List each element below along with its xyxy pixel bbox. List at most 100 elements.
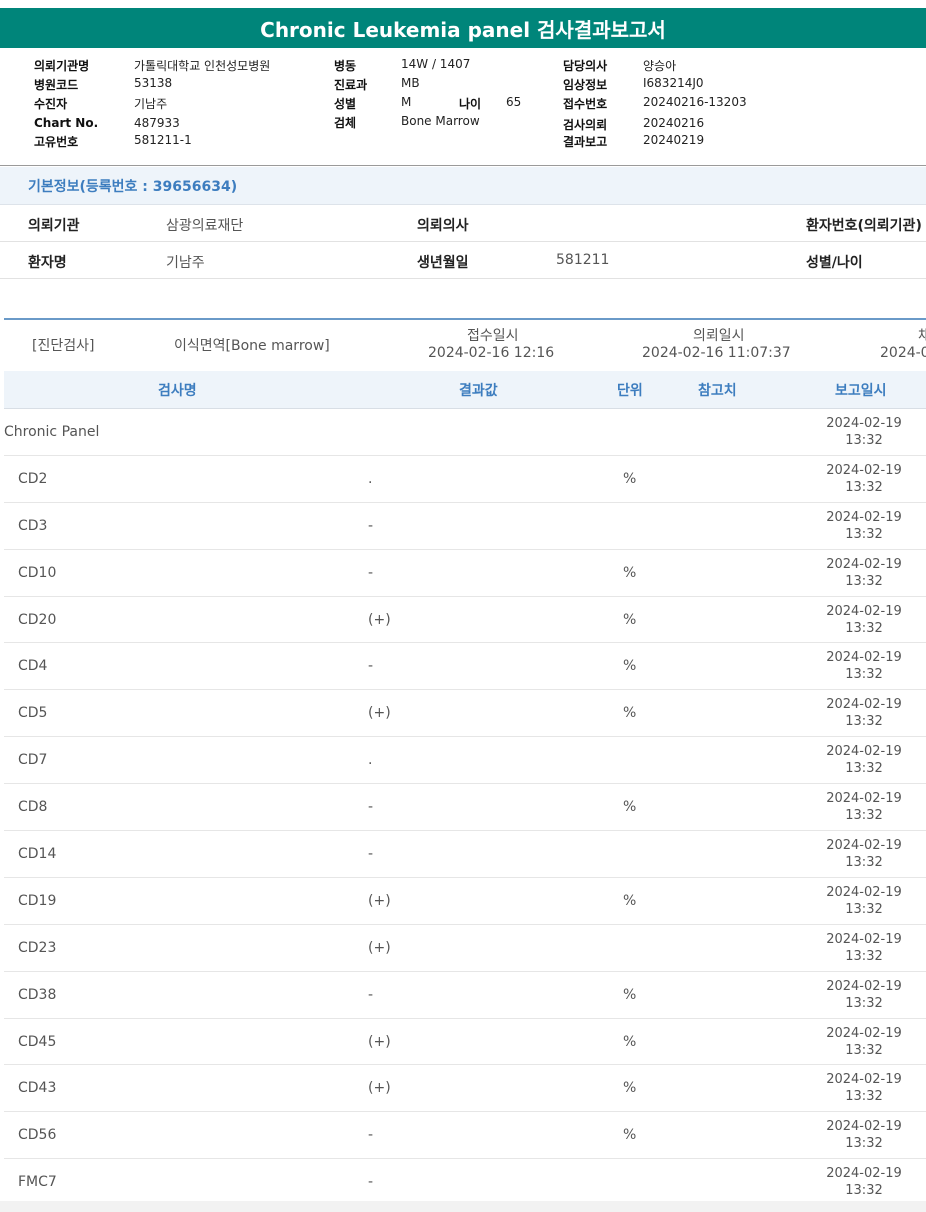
test-name: CD3	[18, 517, 48, 534]
doctor-value: 양승아	[643, 59, 677, 73]
chart-no-value: 487933	[134, 116, 180, 130]
result-value: -	[368, 986, 374, 1003]
basic-info-row: 의뢰기관 삼광의료재단 의뢰의사 환자번호(의뢰기관)	[0, 205, 926, 242]
hospital-code-value: 53138	[134, 76, 173, 90]
result-value: (+)	[368, 892, 391, 909]
report-datetime: 2024-02-19 13:32	[824, 509, 904, 543]
report-date: 2024-02-19	[826, 416, 902, 431]
basic-info-title: 기본정보(등록번호 : 39656634)	[0, 167, 926, 205]
ward-value: 14W / 1407	[401, 57, 471, 71]
result-value: -	[368, 564, 374, 581]
patient-value: 기남주	[134, 97, 168, 111]
result-value: -	[368, 799, 374, 816]
table-row: CD23 (+) 2024-02-19 13:32	[4, 925, 926, 972]
hospital-code-label: 병원코드	[34, 78, 79, 92]
report-time: 13:32	[845, 1136, 883, 1152]
result-unit: %	[623, 1080, 637, 1097]
col-report-datetime: 보고일시	[835, 383, 887, 399]
result-value: (+)	[368, 939, 391, 956]
age-value: 65	[506, 95, 522, 109]
report-date: 2024-02-19	[826, 462, 902, 478]
patient-name-value: 기남주	[166, 255, 205, 271]
table-row: CD43 (+) % 2024-02-19 13:32	[4, 1065, 926, 1113]
table-row: CD3 - 2024-02-19 13:32	[4, 503, 926, 550]
report-date: 2024-02-19	[826, 791, 902, 807]
result-value: (+)	[368, 705, 391, 722]
result-unit: %	[623, 705, 637, 722]
result-unit: %	[623, 1033, 637, 1050]
report-date: 2024-02-19	[826, 697, 902, 713]
test-name: CD14	[18, 846, 57, 863]
report-date: 2024-02-19	[826, 650, 902, 666]
report-datetime: 2024-02-19 13:32	[824, 1025, 904, 1059]
report-time: 13:32	[845, 948, 883, 964]
receipt-value: 20240216-13203	[643, 95, 747, 109]
report-date: 2024-02-19	[826, 744, 902, 760]
report-time: 13:32	[845, 667, 883, 683]
report-time: 13:32	[845, 1089, 883, 1105]
table-row: CD4 - % 2024-02-19 13:32	[4, 643, 926, 691]
result-value: .	[368, 752, 373, 769]
report-time: 13:32	[845, 479, 883, 495]
institution-value: 가톨릭대학교 인천성모병원	[134, 59, 271, 73]
ref-doctor-label: 의뢰의사	[417, 218, 469, 234]
report-datetime: 2024-02-19 13:32	[824, 931, 904, 965]
report-time: 13:32	[845, 714, 883, 730]
table-row: FMC7 - 2024-02-19 13:32	[4, 1159, 926, 1207]
report-datetime: 2024-02-19 13:32	[824, 837, 904, 871]
test-name: CD10	[18, 564, 57, 581]
col-unit: 단위	[617, 383, 643, 399]
result-unit: %	[623, 892, 637, 909]
basic-info-section: 기본정보(등록번호 : 39656634) 의뢰기관 삼광의료재단 의뢰의사 환…	[0, 167, 926, 279]
table-row: CD5 (+) % 2024-02-19 13:32	[4, 690, 926, 738]
doctor-label: 담당의사	[563, 59, 608, 73]
report-date: 2024-02-19	[826, 978, 902, 994]
result-value: -	[368, 1174, 374, 1191]
report-datetime: 2024-02-19 13:32	[824, 696, 904, 730]
report-time: 13:32	[845, 433, 883, 448]
test-name: Chronic Panel	[4, 424, 100, 440]
result-unit: %	[623, 470, 637, 487]
test-name: CD43	[18, 1080, 57, 1097]
table-row: CD10 - % 2024-02-19 13:32	[4, 550, 926, 597]
table-row: CD8 - % 2024-02-19 13:32	[4, 784, 926, 832]
result-value: .	[368, 470, 373, 487]
bottom-strip	[0, 1201, 926, 1212]
specimen-label: 검체	[334, 116, 357, 130]
test-name: CD45	[18, 1033, 57, 1050]
request-datetime-value: 2024-02-16 11:07:37	[642, 345, 791, 361]
report-time: 13:32	[845, 855, 883, 871]
institution-label: 의뢰기관명	[34, 59, 90, 73]
dept-label: 진료과	[334, 78, 368, 92]
report-time: 13:32	[845, 1042, 883, 1058]
report-datetime: 2024-02-19 13:32	[824, 743, 904, 777]
col-result-value: 결과값	[459, 383, 498, 399]
patient-label: 수진자	[34, 97, 68, 111]
test-name: CD2	[18, 470, 48, 487]
unique-no-value: 581211-1	[134, 133, 192, 147]
report-time: 13:32	[845, 995, 883, 1011]
collect-datetime-label: 채	[918, 328, 926, 344]
header-info: 의뢰기관명 가톨릭대학교 인천성모병원 병원코드 53138 수진자 기남주 C…	[0, 54, 926, 166]
report-date: 2024-02-19	[826, 1072, 902, 1088]
report-date: 2024-02-19	[826, 1166, 902, 1182]
clinical-value: I683214J0	[643, 76, 704, 90]
sex-age-label: 성별/나이	[806, 255, 863, 271]
ref-institution-label: 의뢰기관	[28, 218, 80, 234]
ref-institution-value: 삼광의료재단	[166, 218, 244, 234]
report-datetime: 2024-02-19 13:32	[824, 1165, 904, 1199]
report-datetime: 2024-02-19 13:32	[824, 649, 904, 683]
result-unit: %	[623, 1127, 637, 1144]
request-value: 20240216	[643, 116, 705, 130]
report-value: 20240219	[643, 133, 705, 147]
report-datetime: 2024-02-19 13:32	[824, 978, 904, 1012]
result-value: -	[368, 1127, 374, 1144]
col-reference: 참고치	[698, 383, 737, 399]
report-datetime: 2024-02-19 13:32	[824, 556, 904, 590]
result-value: -	[368, 517, 374, 534]
receive-datetime-label: 접수일시	[467, 328, 519, 344]
test-name: CD23	[18, 939, 57, 956]
table-row: CD20 (+) % 2024-02-19 13:32	[4, 597, 926, 644]
report-time: 13:32	[845, 526, 883, 542]
test-name: CD56	[18, 1127, 57, 1144]
